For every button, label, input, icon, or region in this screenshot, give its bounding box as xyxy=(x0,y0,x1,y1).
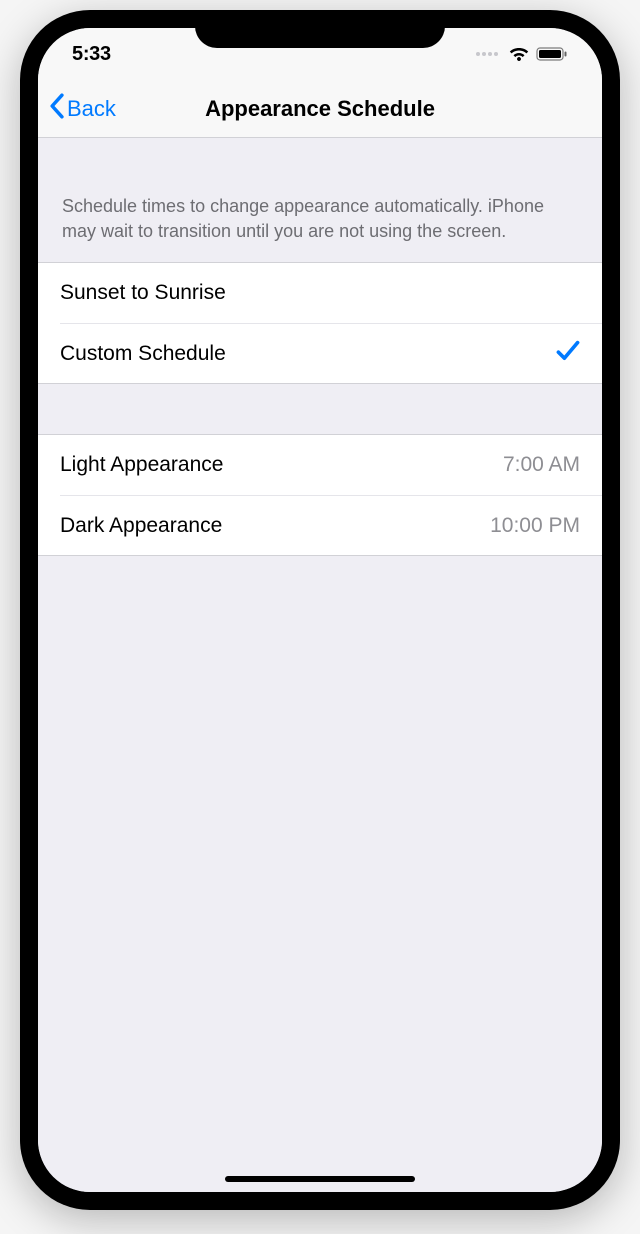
row-label: Light Appearance xyxy=(60,453,223,477)
section-header-text: Schedule times to change appearance auto… xyxy=(38,138,602,262)
content-area: Schedule times to change appearance auto… xyxy=(38,138,602,1192)
status-time: 5:33 xyxy=(72,43,111,66)
dark-appearance-row[interactable]: Dark Appearance 10:00 PM xyxy=(38,495,602,555)
dark-time-value: 10:00 PM xyxy=(490,514,580,538)
page-title: Appearance Schedule xyxy=(38,96,602,122)
wifi-icon xyxy=(508,46,530,62)
home-indicator[interactable] xyxy=(225,1176,415,1182)
custom-schedule-row[interactable]: Custom Schedule xyxy=(38,323,602,383)
row-label: Custom Schedule xyxy=(60,342,226,366)
schedule-type-group: Sunset to Sunrise Custom Schedule xyxy=(38,262,602,384)
chevron-left-icon xyxy=(48,93,65,125)
time-settings-group: Light Appearance 7:00 AM Dark Appearance… xyxy=(38,434,602,556)
notch xyxy=(195,10,445,48)
sunset-to-sunrise-row[interactable]: Sunset to Sunrise xyxy=(38,263,602,323)
checkmark-icon xyxy=(556,340,580,368)
row-label: Dark Appearance xyxy=(60,514,222,538)
screen: 5:33 Back Appearance Schedule Sch xyxy=(38,28,602,1192)
navigation-bar: Back Appearance Schedule xyxy=(38,80,602,138)
group-spacer xyxy=(38,384,602,434)
back-label: Back xyxy=(67,96,116,122)
light-appearance-row[interactable]: Light Appearance 7:00 AM xyxy=(38,435,602,495)
battery-icon xyxy=(536,46,568,62)
light-time-value: 7:00 AM xyxy=(503,453,580,477)
row-label: Sunset to Sunrise xyxy=(60,281,226,305)
status-indicators xyxy=(476,46,568,62)
device-frame: 5:33 Back Appearance Schedule Sch xyxy=(20,10,620,1210)
back-button[interactable]: Back xyxy=(38,93,116,125)
cellular-dots-icon xyxy=(476,52,498,56)
